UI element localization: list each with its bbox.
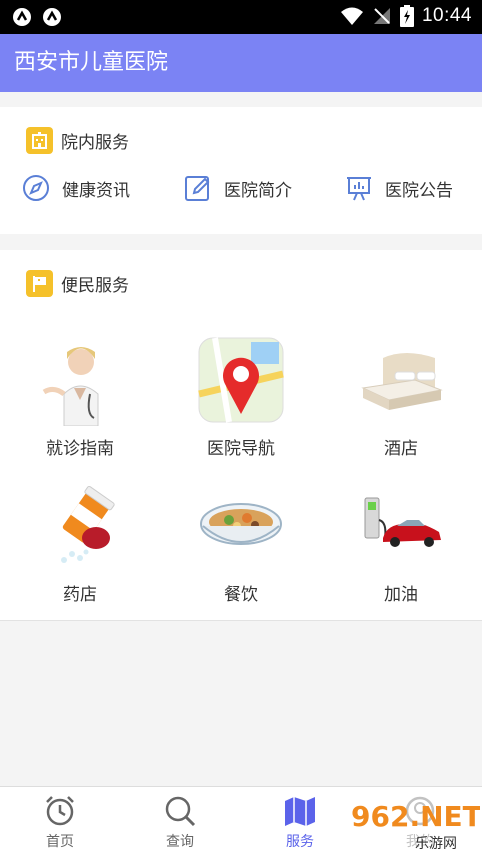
map-pin-image xyxy=(198,337,284,423)
hospital-intro-button[interactable]: 医院简介 xyxy=(184,174,292,202)
edit-icon xyxy=(185,176,210,201)
sync-icon xyxy=(13,8,31,26)
svg-text:962.NET: 962.NET xyxy=(351,800,480,833)
page-title: 西安市儿童医院 xyxy=(14,50,169,75)
food-bowl-image xyxy=(195,480,287,572)
refuel-button[interactable]: 加油 xyxy=(321,480,481,605)
hospital-notice-button[interactable]: 医院公告 xyxy=(345,174,453,202)
hospital-icon xyxy=(26,127,53,154)
tab-query[interactable]: 查询 xyxy=(120,787,240,857)
sync-icon xyxy=(43,8,61,26)
status-bar: 10:44 xyxy=(0,0,482,34)
wifi-icon xyxy=(340,7,363,25)
tab-home[interactable]: 首页 xyxy=(0,787,120,857)
alarm-clock-icon xyxy=(46,796,74,826)
pharmacy-button[interactable]: 药店 xyxy=(0,480,160,605)
hospital-navigation-button[interactable]: 医院导航 xyxy=(161,334,321,459)
board-icon xyxy=(347,177,371,201)
no-signal-icon xyxy=(373,8,390,24)
clock: 10:44 xyxy=(421,5,472,26)
dining-button[interactable]: 餐饮 xyxy=(161,480,321,605)
svg-text:乐游网: 乐游网 xyxy=(415,836,457,852)
tab-services[interactable]: 服务 xyxy=(240,787,360,857)
compass-icon xyxy=(23,175,49,201)
watermark-logo: 962.NET 乐游网 xyxy=(345,792,480,852)
car-fuel-image xyxy=(355,480,447,572)
hotel-button[interactable]: 酒店 xyxy=(321,334,481,459)
map-icon xyxy=(285,797,315,826)
convenience-services-section: 便民服务 就诊指南 医院导航 酒店 药店 餐饮 加油 xyxy=(0,250,482,621)
health-news-button[interactable]: 健康资讯 xyxy=(22,174,130,202)
section-title: 便民服务 xyxy=(61,276,129,296)
battery-charging-icon xyxy=(399,5,414,27)
bed-image xyxy=(355,334,447,426)
doctor-image xyxy=(34,334,126,426)
flag-icon xyxy=(26,270,53,297)
section-header: 便民服务 xyxy=(26,270,129,297)
in-hospital-services-section: 院内服务 健康资讯 医院简介 医院公告 xyxy=(0,107,482,234)
section-header: 院内服务 xyxy=(26,127,129,154)
section-title: 院内服务 xyxy=(61,133,129,153)
app-bar: 西安市儿童医院 xyxy=(0,34,482,92)
pill-bottle-image xyxy=(34,480,126,572)
search-icon xyxy=(165,796,196,827)
visit-guide-button[interactable]: 就诊指南 xyxy=(0,334,160,459)
